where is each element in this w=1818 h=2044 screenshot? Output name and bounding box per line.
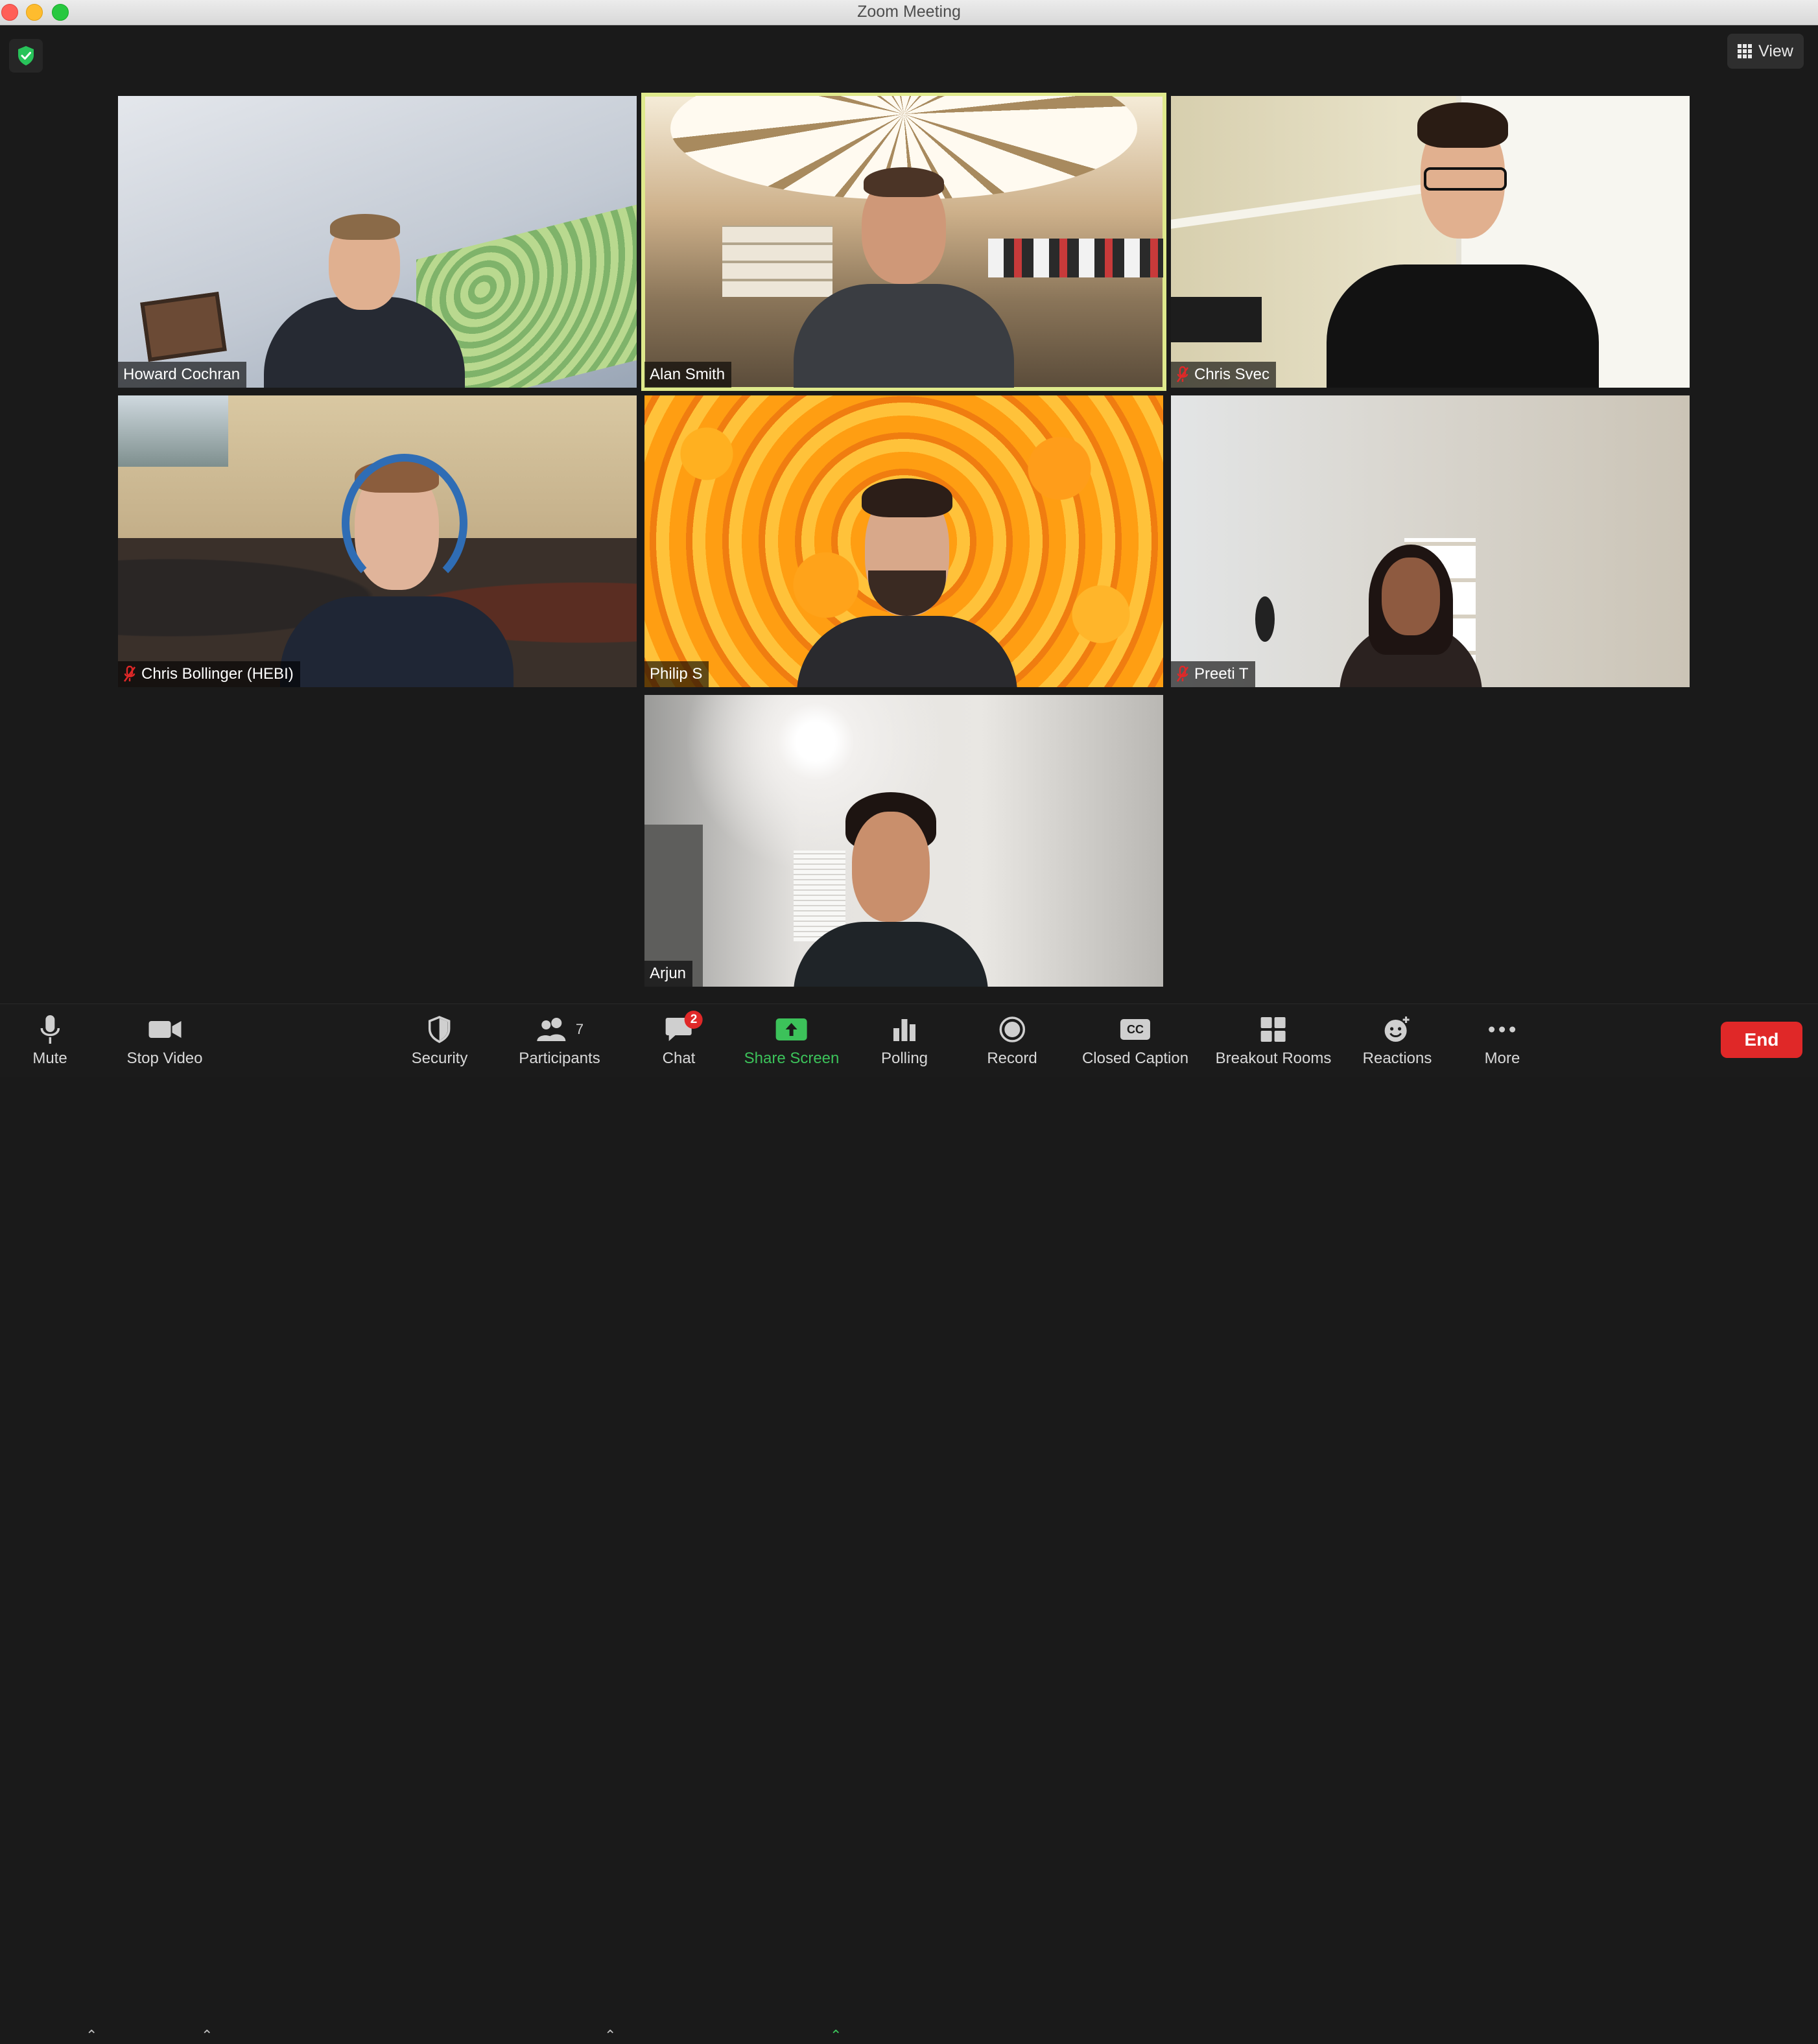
reactions-button[interactable]: Reactions xyxy=(1363,1012,1432,1072)
participant-name: Philip S xyxy=(650,665,703,683)
grid-view-icon xyxy=(1738,44,1753,58)
participant-name-tag: Chris Svec xyxy=(1171,362,1277,388)
participant-video-figure xyxy=(787,792,995,987)
video-tile-chris-bollinger[interactable]: Chris Bollinger (HEBI) xyxy=(118,395,637,687)
participants-count: 7 xyxy=(575,1021,584,1037)
participant-name-tag: Arjun xyxy=(644,961,693,987)
audio-options-caret[interactable]: ⌃ xyxy=(86,2027,97,2044)
desk-printer xyxy=(1171,297,1262,342)
participant-name-tag: Howard Cochran xyxy=(118,362,247,388)
view-button[interactable]: View xyxy=(1727,34,1804,69)
participants-button[interactable]: 7 Participants xyxy=(519,1012,600,1072)
participant-name-tag: Philip S xyxy=(644,661,709,687)
video-tile-arjun[interactable]: Arjun xyxy=(644,695,1163,987)
participants-icon xyxy=(536,1018,565,1041)
add-reaction-icon xyxy=(1384,1016,1410,1042)
view-label: View xyxy=(1758,41,1793,60)
participant-name: Chris Svec xyxy=(1194,366,1270,383)
more-button[interactable]: More xyxy=(1485,1012,1520,1072)
video-tile-howard-cochran[interactable]: Howard Cochran xyxy=(118,96,637,388)
stop-video-button[interactable]: Stop Video xyxy=(127,1012,203,1072)
chat-button[interactable]: 2 Chat xyxy=(663,1011,703,1072)
video-tile-philip-s[interactable]: Philip S xyxy=(644,395,1163,687)
muted-mic-icon xyxy=(1176,666,1189,682)
encryption-shield-button[interactable] xyxy=(9,39,43,73)
bar-chart-icon xyxy=(893,1019,915,1041)
participant-name-tag: Alan Smith xyxy=(644,362,732,388)
video-options-caret[interactable]: ⌃ xyxy=(201,2027,213,2044)
video-tile-alan-smith[interactable]: Alan Smith xyxy=(641,93,1166,391)
record-button[interactable]: Record xyxy=(987,1012,1037,1072)
window-title: Zoom Meeting xyxy=(857,3,961,21)
meeting-toolbar: Mute ⌃ Stop Video ⌃ Security 7 Participa… xyxy=(0,1004,1818,2043)
breakout-rooms-icon xyxy=(1261,1017,1286,1042)
participant-name-tag: Preeti T xyxy=(1171,661,1255,687)
chat-unread-badge: 2 xyxy=(684,1011,703,1029)
share-screen-options-caret[interactable]: ⌃ xyxy=(830,2027,842,2044)
wall-painting xyxy=(118,395,228,467)
beard xyxy=(868,570,946,616)
mute-button[interactable]: Mute xyxy=(32,1012,67,1072)
polling-button[interactable]: Polling xyxy=(881,1012,928,1072)
participant-video-figure xyxy=(787,148,1021,388)
participant-name: Arjun xyxy=(650,965,687,982)
headphones xyxy=(342,454,467,593)
microphone-icon xyxy=(40,1015,60,1044)
end-meeting-button[interactable]: End xyxy=(1721,1022,1802,1058)
window-titlebar: Zoom Meeting xyxy=(0,0,1818,25)
muted-mic-icon xyxy=(123,666,136,682)
participant-name: Preeti T xyxy=(1194,665,1249,683)
participant-name: Howard Cochran xyxy=(123,366,241,383)
participant-video-figure xyxy=(1320,96,1605,388)
shield-check-icon xyxy=(18,46,34,65)
closed-caption-icon: CC xyxy=(1120,1019,1150,1040)
video-tile-chris-svec[interactable]: Chris Svec xyxy=(1171,96,1690,388)
closed-caption-button[interactable]: CC Closed Caption xyxy=(1082,1012,1188,1072)
participant-name: Alan Smith xyxy=(650,366,726,383)
wall-decor xyxy=(1255,596,1275,642)
video-camera-icon xyxy=(148,1021,181,1038)
participant-name: Chris Bollinger (HEBI) xyxy=(141,665,294,683)
glasses xyxy=(1424,167,1507,191)
breakout-rooms-button[interactable]: Breakout Rooms xyxy=(1216,1012,1331,1072)
video-tile-preeti-t[interactable]: Preeti T xyxy=(1171,395,1690,687)
wall-picture xyxy=(140,291,227,362)
more-dots-icon xyxy=(1489,1026,1516,1033)
participants-options-caret[interactable]: ⌃ xyxy=(604,2027,616,2044)
participant-video-figure xyxy=(274,428,520,687)
security-button[interactable]: Security xyxy=(412,1012,467,1072)
participant-video-figure xyxy=(1333,545,1489,687)
share-screen-arrow-icon xyxy=(775,1018,807,1040)
participant-name-tag: Chris Bollinger (HEBI) xyxy=(118,661,300,687)
muted-mic-icon xyxy=(1176,366,1189,382)
participant-video-figure xyxy=(257,200,471,388)
participant-video-figure xyxy=(790,473,1024,687)
record-icon xyxy=(999,1016,1025,1042)
share-screen-button[interactable]: Share Screen xyxy=(744,1012,839,1072)
security-shield-icon xyxy=(429,1016,451,1043)
